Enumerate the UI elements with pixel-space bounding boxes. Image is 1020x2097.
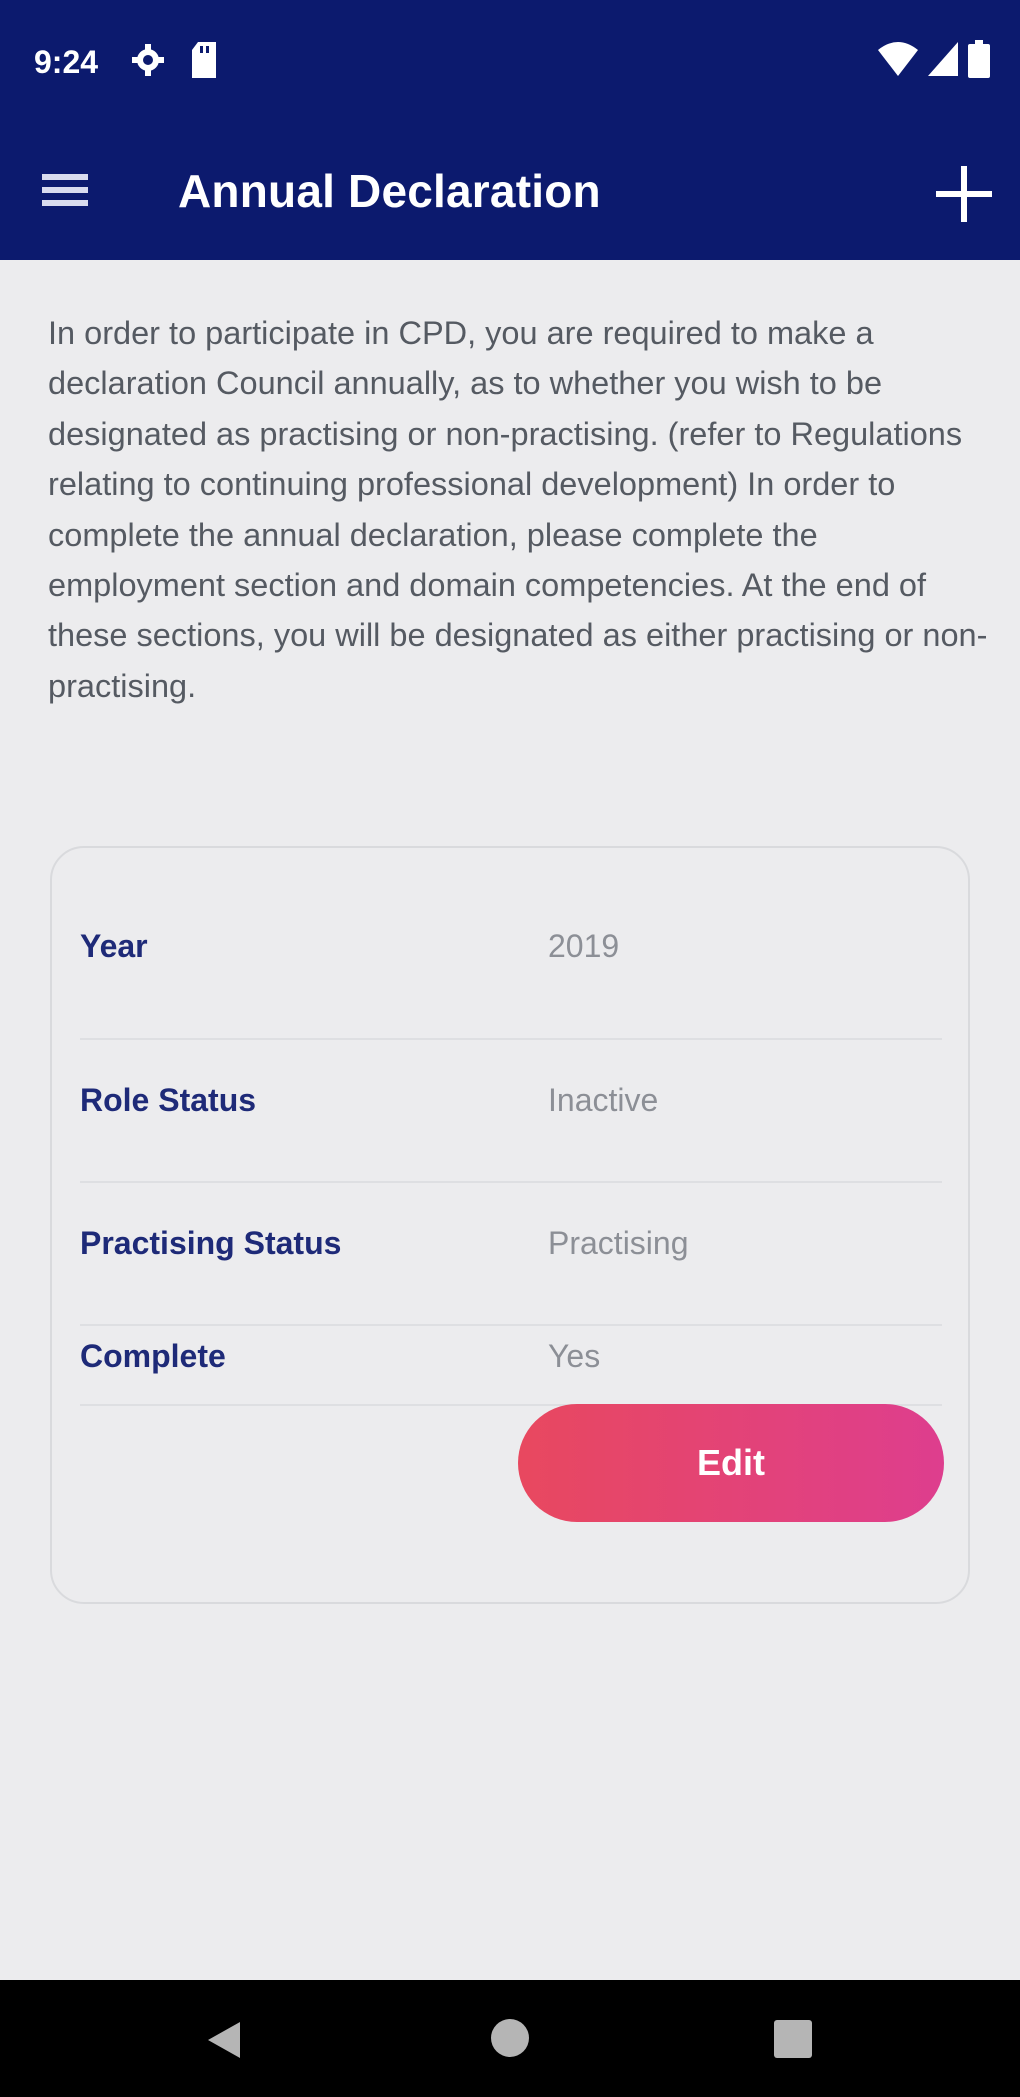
- page-title: Annual Declaration: [178, 165, 601, 217]
- table-row: Year 2019: [80, 890, 942, 1040]
- recents-icon[interactable]: [772, 2018, 814, 2060]
- declaration-card: Year 2019 Role Status Inactive Practisin…: [50, 846, 970, 1604]
- table-row: Practising Status Practising: [80, 1183, 942, 1326]
- signal-icon: [928, 42, 958, 76]
- table-row: Role Status Inactive: [80, 1040, 942, 1183]
- battery-icon: [968, 40, 990, 78]
- app-bar: Annual Declaration: [0, 124, 1020, 260]
- menu-icon[interactable]: [38, 166, 92, 214]
- edit-button[interactable]: Edit: [518, 1404, 944, 1522]
- add-icon[interactable]: [932, 162, 996, 226]
- row-label-year: Year: [80, 928, 148, 964]
- sd-card-icon: [192, 42, 216, 78]
- row-value-year: 2019: [548, 928, 620, 964]
- row-label-practising-status: Practising Status: [80, 1225, 342, 1261]
- table-row: Complete Yes: [80, 1326, 942, 1406]
- home-icon[interactable]: [488, 2016, 532, 2060]
- row-value-complete: Yes: [548, 1338, 601, 1374]
- navigation-bar: [0, 1980, 1020, 2097]
- gear-icon: [132, 44, 164, 76]
- intro-text: In order to participate in CPD, you are …: [48, 315, 988, 704]
- row-value-role-status: Inactive: [548, 1082, 659, 1118]
- wifi-icon: [878, 42, 918, 76]
- status-time: 9:24: [34, 44, 99, 80]
- row-value-practising-status: Practising: [548, 1225, 689, 1261]
- status-bar: 9:24: [0, 0, 1020, 124]
- row-label-role-status: Role Status: [80, 1082, 257, 1118]
- back-icon[interactable]: [202, 2018, 246, 2062]
- row-label-complete: Complete: [80, 1338, 226, 1374]
